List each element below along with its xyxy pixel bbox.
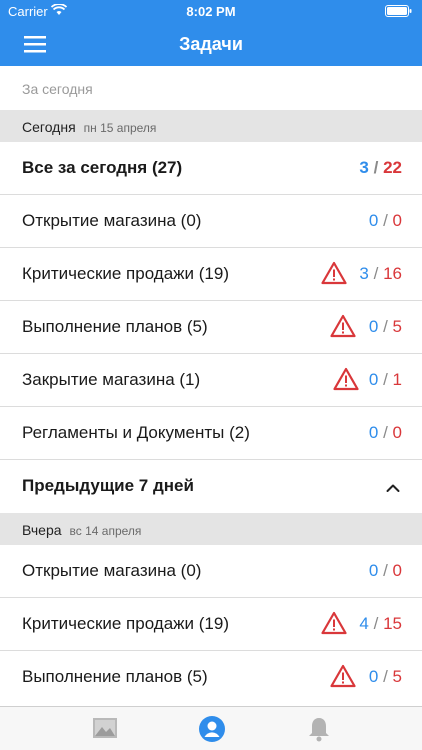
task-label: Открытие магазина (0)	[22, 211, 202, 230]
task-label: Критические продажи (19)	[22, 614, 229, 633]
chevron-up-icon	[386, 480, 400, 492]
bell-icon[interactable]	[306, 715, 334, 743]
task-counts: 4 / 15	[359, 614, 402, 633]
task-counts: 0 / 0	[368, 211, 402, 230]
task-row[interactable]: Критические продажи (19) 3 / 16	[0, 248, 422, 301]
navigation-bar: Задачи	[0, 22, 422, 66]
summary-counts: 3 / 22	[359, 158, 402, 177]
section-header-yesterday: Вчера вс 14 апреля	[0, 513, 422, 545]
status-bar: Carrier 8:02 PM	[0, 0, 422, 22]
today-summary-row[interactable]: Все за сегодня (27) 3 / 22	[0, 142, 422, 195]
task-row[interactable]: Закрытие магазина (1) 0 / 1	[0, 354, 422, 407]
task-row[interactable]: Выполнение планов (5) 0 / 5	[0, 301, 422, 354]
task-counts: 0 / 0	[368, 423, 402, 442]
task-row[interactable]: Открытие магазина (0) 0 / 0	[0, 195, 422, 248]
task-label: Регламенты и Документы (2)	[22, 423, 250, 442]
section-day: Вчера вс 14 апреля	[22, 522, 142, 538]
section-header-today: Сегодня пн 15 апреля	[0, 110, 422, 142]
section-day: Сегодня пн 15 апреля	[22, 119, 157, 135]
page-title: Задачи	[179, 34, 243, 54]
task-counts: 0 / 5	[368, 317, 402, 336]
previous-days-label: Предыдущие 7 дней	[22, 476, 194, 495]
task-row[interactable]: Регламенты и Документы (2) 0 / 0	[0, 407, 422, 460]
warning-icon	[330, 664, 356, 688]
task-counts: 0 / 5	[368, 667, 402, 686]
task-counts: 3 / 16	[359, 264, 402, 283]
battery-icon	[385, 5, 412, 17]
task-row[interactable]: Критические продажи (19) 4 / 15	[0, 598, 422, 651]
warning-icon	[321, 261, 347, 285]
section-date: вс 14 апреля	[69, 524, 142, 538]
summary-label: Все за сегодня (27)	[22, 158, 183, 177]
task-counts: 0 / 0	[368, 561, 402, 580]
task-label: Критические продажи (19)	[22, 264, 229, 283]
warning-icon	[330, 314, 356, 338]
task-row[interactable]: Открытие магазина (0) 0 / 0	[0, 545, 422, 598]
period-filter-label: За сегодня	[22, 81, 93, 97]
task-label: Закрытие магазина (1)	[22, 370, 201, 389]
clock-time: 8:02 PM	[186, 4, 236, 19]
task-counts: 0 / 1	[368, 370, 402, 389]
image-icon[interactable]	[92, 715, 120, 743]
tab-bar	[0, 706, 422, 750]
task-label: Выполнение планов (5)	[22, 667, 208, 686]
section-date: пн 15 апреля	[83, 121, 157, 135]
previous-days-toggle[interactable]: Предыдущие 7 дней	[0, 460, 422, 513]
task-row[interactable]: Выполнение планов (5) 0 / 5	[0, 651, 422, 704]
period-filter[interactable]: За сегодня	[0, 66, 422, 110]
warning-icon	[333, 367, 359, 391]
task-label: Открытие магазина (0)	[22, 561, 202, 580]
profile-icon[interactable]	[198, 715, 226, 743]
task-label: Выполнение планов (5)	[22, 317, 208, 336]
warning-icon	[321, 611, 347, 635]
